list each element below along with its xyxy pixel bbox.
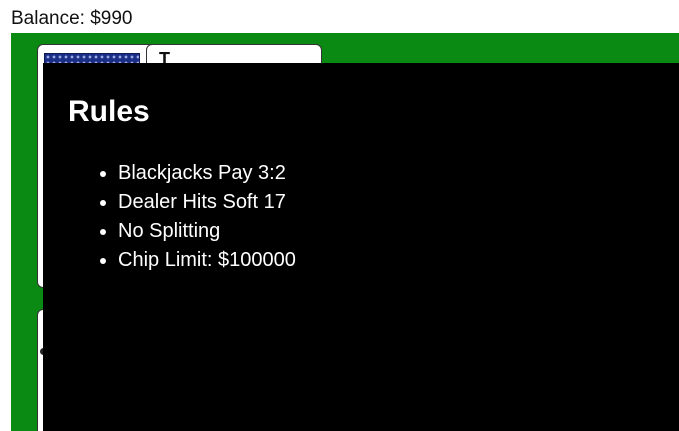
rule-item: Chip Limit: $100000 bbox=[118, 246, 296, 275]
rules-list: Blackjacks Pay 3:2 Dealer Hits Soft 17 N… bbox=[98, 159, 296, 275]
blackjack-page: Balance: $990 T Rules Blackjacks Pay 3:2… bbox=[0, 0, 679, 431]
rule-item: No Splitting bbox=[118, 217, 296, 246]
rules-modal: Rules Blackjacks Pay 3:2 Dealer Hits Sof… bbox=[43, 63, 679, 431]
balance-display: Balance: $990 bbox=[11, 8, 133, 29]
rule-item: Blackjacks Pay 3:2 bbox=[118, 159, 296, 188]
rules-title: Rules bbox=[68, 95, 150, 128]
rule-item: Dealer Hits Soft 17 bbox=[118, 188, 296, 217]
